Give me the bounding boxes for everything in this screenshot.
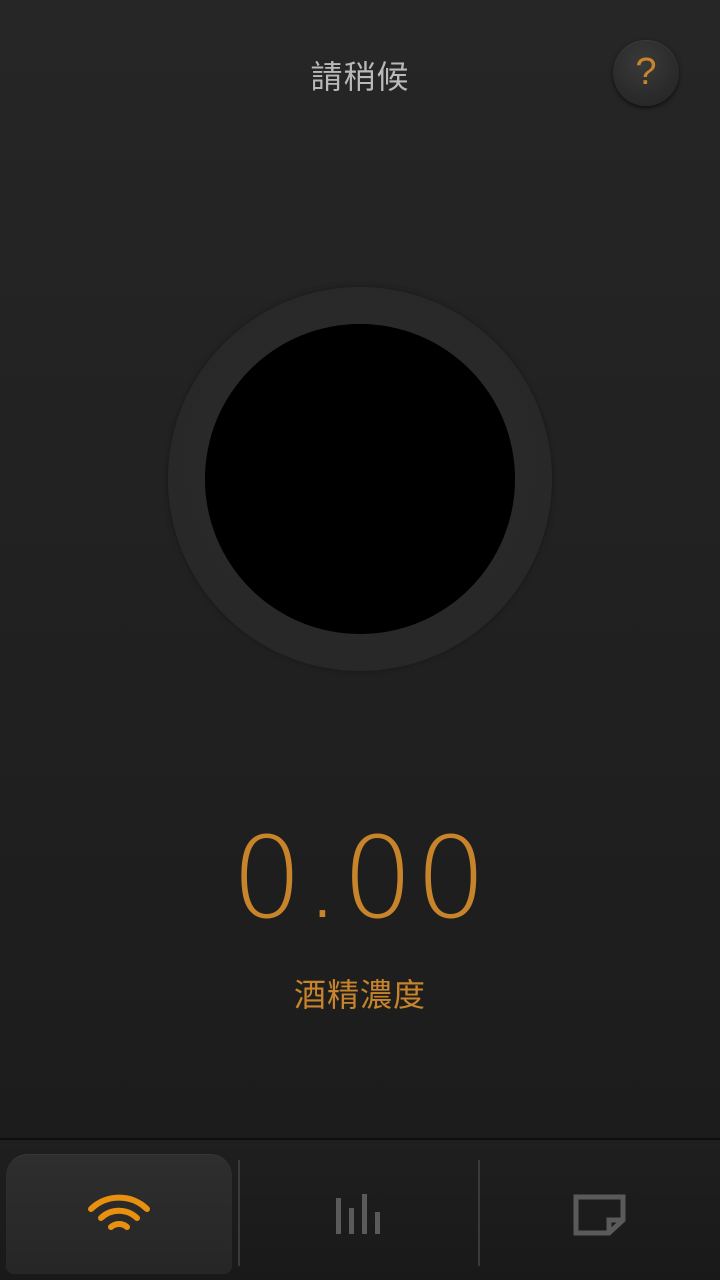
breath-sensor-ring <box>168 287 552 671</box>
tab-notes[interactable] <box>480 1140 720 1280</box>
bar-chart-icon <box>336 1194 380 1234</box>
question-mark-icon: ? <box>635 51 657 93</box>
breath-sensor-core <box>205 324 515 634</box>
app-screen: 請稍候 ? 0.00 酒精濃度 <box>0 0 720 1280</box>
bottom-nav <box>0 1138 720 1280</box>
note-icon <box>573 1194 626 1236</box>
help-button[interactable]: ? <box>613 40 679 106</box>
alcohol-reading-label: 酒精濃度 <box>293 976 426 1014</box>
page-title: 請稍候 <box>310 58 410 96</box>
tab-history[interactable] <box>240 1140 478 1280</box>
alcohol-reading-value: 0.00 <box>231 814 489 944</box>
tab-measure[interactable] <box>0 1140 238 1280</box>
wifi-icon <box>88 1194 150 1230</box>
top-bar: 請稍候 ? <box>0 0 720 150</box>
